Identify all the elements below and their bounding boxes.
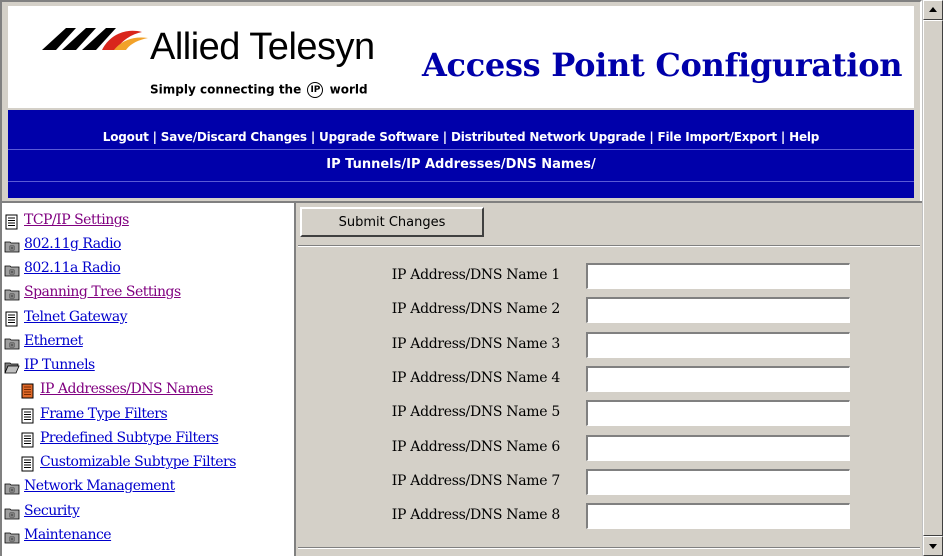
- field-label: IP Address/DNS Name 4: [391, 369, 561, 386]
- folder-closed-icon: [4, 480, 20, 500]
- sidebar-item-label[interactable]: 802.11a Radio: [24, 260, 121, 276]
- field-row: IP Address/DNS Name 8: [296, 503, 924, 531]
- nav-divider: [8, 149, 914, 150]
- ip-address-dns-name-5-input[interactable]: [586, 400, 850, 427]
- sidebar-item-label[interactable]: Maintenance: [24, 527, 112, 543]
- sidebar-item-label[interactable]: Spanning Tree Settings: [24, 284, 181, 300]
- field-row: IP Address/DNS Name 1: [296, 263, 924, 291]
- document-icon: [20, 408, 36, 428]
- ip-address-dns-name-8-input[interactable]: [586, 503, 850, 530]
- scroll-up-button[interactable]: [923, 0, 943, 20]
- field-label: IP Address/DNS Name 3: [391, 335, 561, 352]
- brand-header: Allied Telesyn Simply connecting the IP …: [8, 6, 914, 108]
- ip-address-dns-name-1-input[interactable]: [586, 263, 850, 289]
- folder-closed-icon: [4, 529, 20, 549]
- sidebar-item-label[interactable]: Ethernet: [24, 333, 83, 349]
- allied-telesyn-logo: Allied Telesyn Simply connecting the IP …: [42, 26, 402, 108]
- submit-changes-button[interactable]: Submit Changes: [300, 207, 484, 237]
- ip-address-dns-name-4-input[interactable]: [586, 365, 850, 392]
- document-icon: [4, 214, 20, 234]
- folder-closed-icon: [4, 335, 20, 355]
- nav-distributed-upgrade[interactable]: Distributed Network Upgrade: [451, 130, 646, 144]
- sidebar-item-label[interactable]: Predefined Subtype Filters: [40, 430, 219, 446]
- folder-open-icon: [4, 359, 20, 379]
- scroll-thumb[interactable]: [923, 20, 943, 536]
- sidebar-item-label[interactable]: Network Management: [24, 478, 175, 494]
- main-frame: Submit Changes IP Address/DNS Name 1 IP A…: [294, 201, 922, 556]
- nav-save-discard[interactable]: Save/Discard Changes: [161, 130, 307, 144]
- sidebar-item-label[interactable]: 802.11g Radio: [24, 236, 121, 252]
- arrow-up-icon: [929, 7, 937, 12]
- ip-address-dns-name-2-input[interactable]: [586, 297, 850, 324]
- swoosh-logo-icon: [42, 28, 148, 50]
- folder-closed-icon: [4, 262, 20, 282]
- field-row: IP Address/DNS Name 2: [296, 297, 924, 325]
- folder-closed-icon: [4, 238, 20, 258]
- brand-name: Allied Telesyn: [150, 26, 375, 68]
- ip-address-dns-name-6-input[interactable]: [586, 434, 850, 461]
- divider: [298, 547, 920, 549]
- nav-divider: [8, 181, 914, 182]
- arrow-down-icon: [929, 544, 937, 549]
- header-frame: Allied Telesyn Simply connecting the IP …: [0, 0, 922, 201]
- field-row: IP Address/DNS Name 4: [296, 365, 924, 394]
- page-title: Access Point Configuration: [422, 46, 903, 84]
- sidebar-item-label[interactable]: TCP/IP Settings: [24, 212, 129, 228]
- top-nav: Logout | Save/Discard Changes | Upgrade Soft…: [102, 130, 820, 144]
- folder-closed-icon: [4, 286, 20, 306]
- divider: [298, 245, 920, 247]
- scroll-down-button[interactable]: [923, 536, 943, 556]
- nav-file-import-export[interactable]: File Import/Export: [658, 130, 778, 144]
- ip-circle-icon: IP: [307, 82, 324, 98]
- vertical-scrollbar[interactable]: [922, 0, 943, 556]
- field-label: IP Address/DNS Name 1: [391, 267, 561, 283]
- field-row: IP Address/DNS Name 7: [296, 468, 924, 497]
- nav-help[interactable]: Help: [789, 130, 819, 144]
- brand-tagline: Simply connecting the IP world: [150, 82, 368, 98]
- field-row: IP Address/DNS Name 6: [296, 434, 924, 463]
- field-row: IP Address/DNS Name 3: [296, 331, 924, 360]
- document-icon: [4, 311, 20, 331]
- field-label: IP Address/DNS Name 2: [391, 301, 561, 318]
- ip-address-dns-name-3-input[interactable]: [586, 331, 850, 358]
- nav-logout[interactable]: Logout: [103, 130, 149, 144]
- field-label: IP Address/DNS Name 5: [391, 404, 561, 421]
- field-label: IP Address/DNS Name 8: [391, 507, 561, 524]
- sidebar-item-label[interactable]: IP Addresses/DNS Names: [40, 381, 213, 397]
- sidebar-item-label[interactable]: Security: [24, 503, 80, 519]
- document-selected-icon: [20, 383, 36, 403]
- nav-band: Logout | Save/Discard Changes | Upgrade Soft…: [8, 110, 914, 198]
- document-icon: [20, 456, 36, 476]
- field-row: IP Address/DNS Name 5: [296, 400, 924, 428]
- breadcrumb: IP Tunnels/IP Addresses/DNS Names/: [326, 157, 596, 172]
- sidebar-item-label[interactable]: Telnet Gateway: [24, 309, 128, 325]
- nav-upgrade-software[interactable]: Upgrade Software: [319, 130, 439, 144]
- sidebar-item-label[interactable]: IP Tunnels: [24, 357, 95, 373]
- document-icon: [20, 432, 36, 452]
- sidebar-frame: TCP/IP Settings 802.11g Radio 802.11a Radi…: [0, 201, 294, 556]
- field-label: IP Address/DNS Name 7: [391, 472, 561, 489]
- ip-address-dns-name-7-input[interactable]: [586, 468, 850, 495]
- sidebar-item-label[interactable]: Customizable Subtype Filters: [40, 454, 236, 470]
- folder-closed-icon: [4, 505, 20, 525]
- sidebar-item-label[interactable]: Frame Type Filters: [40, 406, 168, 422]
- field-label: IP Address/DNS Name 6: [391, 438, 561, 455]
